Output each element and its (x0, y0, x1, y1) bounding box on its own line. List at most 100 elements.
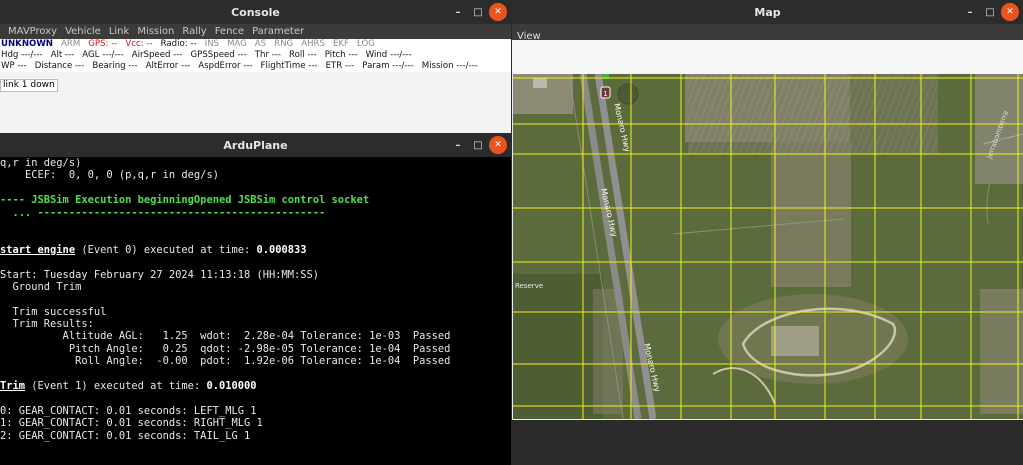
terminal-line: ... ------------------------------------… (0, 206, 326, 219)
status-field: MAG (226, 39, 247, 49)
status-field: Wind ---/--- (365, 50, 412, 60)
log-line: link 1 down (0, 79, 58, 92)
status-field: Distance --- (34, 61, 85, 71)
status-field: AS (254, 39, 267, 49)
status-field: UNKNOWN (1, 39, 53, 49)
menu-fence[interactable]: Fence (211, 24, 248, 39)
arduplane-window-controls: – □ ✕ (449, 133, 507, 157)
status-field: ETR --- (325, 61, 355, 71)
terminal-line: ---- JSBSim Execution beginningOpened JS… (0, 194, 370, 207)
pale-tile (980, 289, 1023, 414)
status-field: INS (204, 39, 219, 49)
maximize-icon[interactable]: □ (469, 136, 487, 154)
status-field: Pitch --- (324, 50, 358, 60)
status-field: Radio: -- (160, 39, 197, 49)
terminal-line: 0: GEAR_CONTACT: 0.01 seconds: LEFT_MLG … (0, 404, 257, 417)
status-field: AspdError --- (198, 61, 253, 71)
terminal-segment: Trim (0, 380, 26, 393)
menu-parameter[interactable]: Parameter (248, 24, 308, 39)
status-row-vehicle: UNKNOWN ARM GPS: -- Vcc: -- Radio: -- INS MAG A… (0, 39, 511, 50)
minimize-icon[interactable]: – (449, 136, 467, 154)
maximize-icon[interactable]: □ (981, 3, 999, 21)
terminal-line: 1: GEAR_CONTACT: 0.01 seconds: RIGHT_MLG… (0, 417, 263, 430)
terminal-line: Pitch Angle: 0.25 qdot: -2.98e-05 Tolera… (0, 342, 451, 355)
minimize-icon[interactable]: – (961, 3, 979, 21)
map-title: Map (754, 5, 781, 19)
status-field: AGL ---/--- (82, 50, 124, 60)
maximize-icon[interactable]: □ (469, 3, 487, 21)
menu-mission[interactable]: Mission (133, 24, 178, 39)
status-field: WP --- (1, 61, 27, 71)
menu-rally[interactable]: Rally (178, 24, 210, 39)
menu-link[interactable]: Link (105, 24, 133, 39)
terminal-segment: (Event 0) executed at time: (75, 243, 257, 256)
plowed-field (688, 74, 938, 154)
terminal-line: start engine (Event 0) executed at time:… (0, 244, 511, 256)
status-field: Hdg ---/--- (1, 50, 43, 60)
console-titlebar[interactable]: Console – □ ✕ (0, 0, 511, 24)
menu-mavproxy[interactable]: MAVProxy (4, 24, 61, 39)
terminal-segment: (Event 1) executed at time: (25, 380, 207, 393)
status-field: Alt --- (50, 50, 75, 60)
close-icon[interactable]: ✕ (489, 136, 507, 154)
console-window-controls: – □ ✕ (449, 0, 507, 24)
status-panel: UNKNOWN ARM GPS: -- Vcc: -- Radio: -- INS MAG A… (0, 39, 511, 72)
console-title: Console (231, 5, 280, 19)
status-field: FlightTime --- (260, 61, 318, 71)
console-menubar: MAVProxy Vehicle Link Mission Rally Fence Para… (0, 24, 511, 39)
status-field: AirSpeed --- (131, 50, 183, 60)
map-window-controls: – □ ✕ (961, 0, 1019, 24)
minimize-icon[interactable]: – (449, 3, 467, 21)
terminal-line: Trim successful (0, 305, 107, 318)
status-field: EKF (332, 39, 349, 49)
terminal-output[interactable]: q,r in deg/s) ECEF: 0, 0, 0 (p,q,r in de… (0, 157, 511, 465)
console-log[interactable]: link 1 down (0, 72, 511, 133)
terminal-line: Start: Tuesday February 27 2024 11:13:18… (0, 268, 320, 281)
map-toolbar-area (512, 40, 1023, 74)
terrain-patch (513, 274, 603, 419)
map-canvas: 1 Monaro Hwy Monaro Hwy Monaro Hwy Reser… (513, 74, 1023, 419)
status-field: Thr --- (254, 50, 282, 60)
pale-tile (771, 142, 851, 287)
status-field: Roll --- (289, 50, 317, 60)
status-field: Mission ---/--- (421, 61, 478, 71)
satellite-map[interactable]: 1 Monaro Hwy Monaro Hwy Monaro Hwy Reser… (513, 74, 1023, 419)
map-menubar: View (512, 24, 1023, 42)
terminal-segment: 0.010000 (206, 380, 257, 393)
area-label: Reserve (515, 282, 543, 290)
close-icon[interactable]: ✕ (489, 3, 507, 21)
terminal-line: Trim Results: (0, 318, 94, 331)
status-field: GPS: -- (88, 39, 118, 49)
route-shield-label: 1 (603, 90, 607, 98)
status-row-navigation: WP --- Distance --- Bearing --- AltError --… (0, 61, 511, 72)
arduplane-titlebar[interactable]: ArduPlane – □ ✕ (0, 133, 511, 157)
building (533, 78, 547, 88)
close-icon[interactable]: ✕ (1001, 3, 1019, 21)
status-field: AHRS (301, 39, 325, 49)
terminal-line: Roll Angle: -0.00 pdot: 1.92e-06 Toleran… (0, 355, 451, 368)
status-field: Vcc: -- (125, 39, 153, 49)
arduplane-title: ArduPlane (223, 138, 288, 152)
status-field: ARM (61, 39, 81, 49)
terminal-line: Trim (Event 1) executed at time: 0.01000… (0, 380, 511, 392)
terminal-line: Altitude AGL: 1.25 wdot: 2.28e-04 Tolera… (0, 330, 451, 343)
status-field: LOG (357, 39, 375, 49)
dam-pond (617, 83, 639, 105)
terminal-line: q,r in deg/s) (0, 157, 82, 169)
quarry-pit (771, 326, 819, 356)
status-field: Param ---/--- (362, 61, 414, 71)
terminal-line: 2: GEAR_CONTACT: 0.01 seconds: TAIL_LG 1 (0, 429, 251, 442)
terminal-segment: 0.000833 (256, 243, 307, 256)
map-titlebar[interactable]: Map – □ ✕ (512, 0, 1023, 24)
status-field: Bearing --- (92, 61, 138, 71)
menu-vehicle[interactable]: Vehicle (61, 24, 105, 39)
status-row-flight: Hdg ---/--- Alt --- AGL ---/--- AirSpeed --… (0, 50, 511, 61)
terminal-segment: start engine (0, 243, 76, 256)
